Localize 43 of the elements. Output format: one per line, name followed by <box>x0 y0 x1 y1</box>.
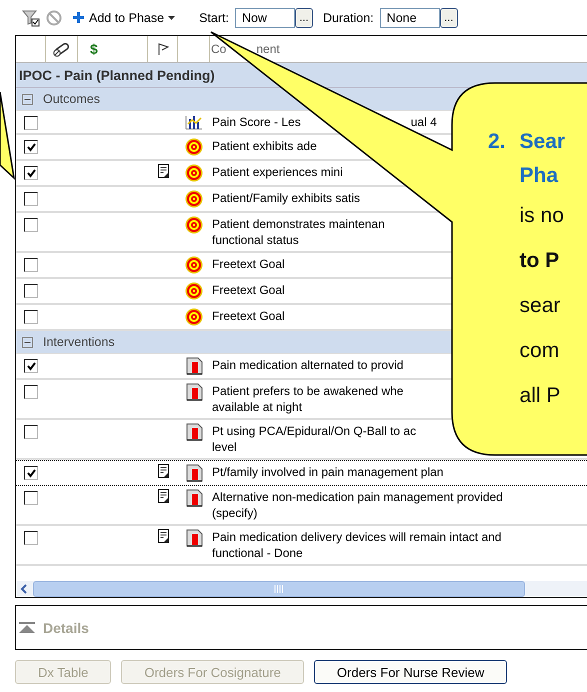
component-text: functional - Done <box>212 546 303 560</box>
callout-text: com <box>520 338 560 364</box>
callout-text: to P <box>520 248 560 274</box>
component-text: Patient demonstrates maintenan <box>212 216 385 232</box>
start-field[interactable]: Now <box>234 8 295 28</box>
callout-text: all P <box>520 383 560 409</box>
start-picker-button[interactable]: ... <box>294 8 313 28</box>
component-text: functional status <box>212 233 299 247</box>
duration-field[interactable]: None <box>380 8 440 28</box>
column-header[interactable]: nent <box>256 42 280 56</box>
start-label: Start: <box>199 10 229 24</box>
column-header[interactable]: Co <box>211 42 226 56</box>
cost-header[interactable]: $ <box>90 41 98 57</box>
component-text: Pain medication delivery devices will remain intact and <box>212 529 502 545</box>
plan-title: IPOC - Pain (Planned Pending) <box>19 68 215 82</box>
group-label: Outcomes <box>43 92 100 106</box>
component-text: (specify) <box>212 506 258 520</box>
add-to-phase-button[interactable]: Add to Phase <box>68 10 180 24</box>
component-text: available at night <box>212 400 302 414</box>
callout-text: Pha <box>520 163 558 189</box>
details-label: Details <box>43 620 89 636</box>
component-text: Pain medication alternated to provid <box>212 357 404 373</box>
component-text: Pt using PCA/Epidural/On Q-Ball to ac <box>212 423 416 439</box>
callout-text: Sear <box>520 129 566 155</box>
component-text: Freetext Goal <box>212 256 285 272</box>
duration-label: Duration: <box>322 10 374 24</box>
callout-text: sear <box>520 293 560 319</box>
component-text: Pain Score - Les <box>212 114 301 130</box>
component-text: Pt/family involved in pain management plan <box>212 464 444 480</box>
callout-text: is no <box>520 203 564 229</box>
component-text: Alternative non-medication pain management provided <box>212 489 503 505</box>
component-text: Patient/Family exhibits satis <box>212 190 360 206</box>
component-text: Freetext Goal <box>212 282 285 298</box>
action-button[interactable]: Orders For Nurse Review <box>314 660 508 684</box>
component-text: Patient exhibits ade <box>212 138 317 154</box>
group-label: Interventions <box>43 335 115 349</box>
component-text: ual 4 <box>410 114 437 130</box>
component-text: Freetext Goal <box>212 308 285 324</box>
component-text: Patient prefers to be awakened whe <box>212 383 404 399</box>
component-text: level <box>212 440 237 454</box>
duration-picker-button[interactable]: ... <box>440 8 458 28</box>
callout-number: 2. <box>488 129 506 155</box>
component-text: Patient experiences mini <box>212 164 343 180</box>
